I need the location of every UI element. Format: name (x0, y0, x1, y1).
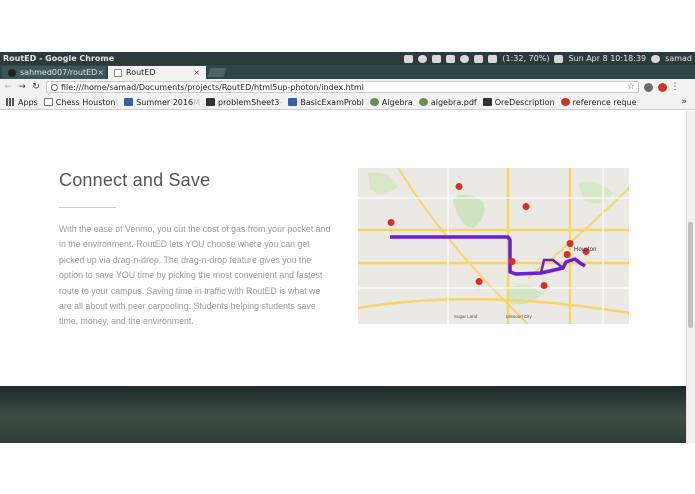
window-title: RoutED - Google Chrome (3, 54, 115, 63)
system-tray: (1:32, 70%) Sun Apr 8 10:18:39 samad (404, 54, 695, 63)
back-icon[interactable]: ← (2, 82, 14, 92)
dropbox-icon[interactable] (404, 54, 414, 63)
bookmark-item[interactable]: Summer 2016 M (124, 98, 200, 107)
gear-red-icon (560, 98, 570, 106)
bookmark-item[interactable]: BasicExamProbl (288, 98, 364, 107)
wifi-icon[interactable] (446, 54, 456, 63)
reload-icon[interactable]: ↻ (30, 82, 42, 92)
bookmark-item[interactable]: OreDescription (482, 98, 555, 107)
address-bar[interactable]: file:///home/samad/Documents/projects/Ro… (46, 81, 639, 93)
menu-icon[interactable]: ⋮ (669, 82, 681, 92)
clock[interactable]: Sun Apr 8 10:18:39 (568, 54, 646, 63)
volume-icon[interactable] (554, 54, 564, 63)
bluetooth-icon[interactable] (474, 54, 484, 63)
tab-github[interactable]: sahmed007/routED × (2, 66, 106, 79)
keyboard-icon[interactable] (432, 54, 442, 63)
screen-bottom-area (0, 443, 695, 494)
section-paragraph: With the ease of Venmo, you cut the cost… (59, 224, 331, 327)
cloud-icon[interactable] (418, 54, 428, 63)
new-tab-button[interactable] (207, 68, 227, 77)
tab-label: RoutED (126, 68, 156, 77)
scrollbar-thumb[interactable] (688, 222, 693, 328)
tab-routed[interactable]: RoutED × (108, 66, 206, 79)
page-viewport: Connect and Save With the ease of Venmo,… (0, 111, 686, 443)
bookmark-item[interactable]: Algebra (369, 98, 413, 107)
page-icon (114, 68, 122, 77)
map-graphic: Houston Missouri City Sugar Land (358, 168, 629, 324)
browser-toolbar: ← → ↻ file:///home/samad/Documents/proje… (0, 79, 695, 95)
extension-icon[interactable] (644, 82, 653, 92)
forward-icon[interactable]: → (16, 82, 28, 92)
bell-icon[interactable] (460, 54, 470, 63)
bookmarks-bar: Apps Chess Houston \ Summer 2016 M probl… (0, 95, 695, 110)
battery-status[interactable]: (1:32, 70%) (502, 54, 549, 63)
info-icon[interactable] (51, 83, 58, 91)
close-icon[interactable]: × (97, 68, 104, 77)
map-label-sugar-land: Sugar Land (454, 314, 478, 319)
doc-blue-icon (124, 98, 134, 106)
connect-section: Connect and Save With the ease of Venmo,… (0, 111, 686, 386)
tab-label: sahmed007/routED (20, 68, 98, 77)
heading-divider (59, 207, 116, 208)
bookmark-item[interactable]: problemSheet3- (205, 98, 282, 107)
tab-strip: sahmed007/routED × RoutED × (0, 65, 695, 79)
link-icon (482, 98, 492, 106)
system-bar: RoutED - Google Chrome (1:32, 70%) Sun A… (0, 52, 695, 65)
power-icon[interactable] (651, 54, 661, 63)
battery-icon[interactable] (488, 54, 498, 63)
route-map-image: Houston Missouri City Sugar Land (358, 168, 629, 324)
map-label-missouri-city: Missouri City (506, 314, 533, 319)
map-label-houston: Houston (574, 247, 596, 253)
bookmarks-overflow-icon[interactable]: » (681, 97, 687, 107)
adblock-icon[interactable] (658, 82, 667, 92)
bookmark-star-icon[interactable]: ☆ (627, 82, 635, 92)
bookmark-item[interactable]: algebra.pdf (418, 98, 477, 107)
apps-icon (6, 98, 15, 106)
doc-blue-icon (288, 98, 298, 106)
page-icon (43, 98, 53, 106)
leaf-icon (418, 98, 428, 106)
bookmark-apps[interactable]: Apps (6, 98, 38, 107)
bookmark-item[interactable]: Chess Houston \ (43, 98, 118, 107)
github-icon (8, 68, 16, 77)
bookmark-item[interactable]: reference reque (560, 98, 637, 107)
leaf-icon (369, 98, 379, 106)
section-heading: Connect and Save (59, 170, 211, 190)
doc-dark-icon (205, 98, 215, 106)
next-section-banner (0, 386, 686, 443)
close-icon[interactable]: × (193, 68, 200, 77)
user-name[interactable]: samad (665, 54, 692, 63)
url-text: file:///home/samad/Documents/projects/Ro… (61, 82, 364, 92)
